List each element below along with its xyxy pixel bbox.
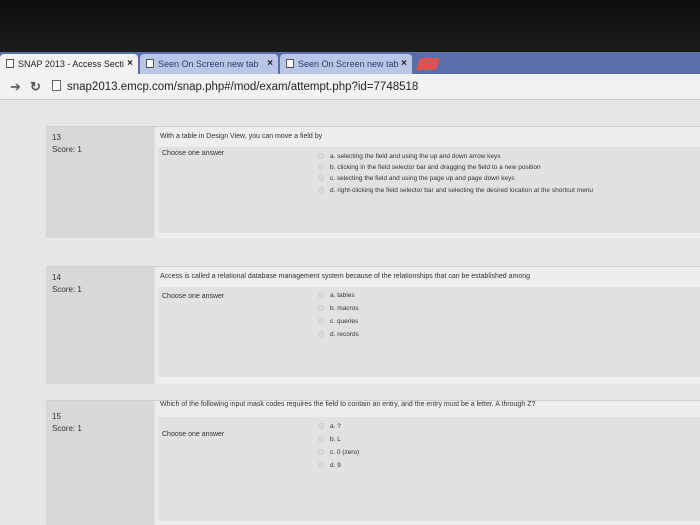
page-icon (52, 80, 61, 91)
answer-option[interactable]: d. 9 (318, 462, 341, 469)
answer-option[interactable]: c. selecting the field and using the pag… (318, 175, 515, 182)
radio-button[interactable] (318, 449, 324, 455)
radio-button[interactable] (318, 305, 324, 311)
tab-label: SNAP 2013 - Access Secti (18, 59, 124, 69)
new-tab-button[interactable] (415, 58, 441, 70)
answer-option[interactable]: a. tables (318, 292, 355, 299)
page-icon (286, 59, 294, 68)
radio-button[interactable] (318, 187, 324, 193)
answer-label: c. 0 (zero) (330, 449, 360, 456)
answer-option[interactable]: b. macros (318, 305, 359, 312)
answer-option[interactable]: d. records (318, 331, 359, 338)
answer-label: d. 9 (330, 462, 341, 469)
choose-one-answer-label: Choose one answer (162, 293, 225, 300)
radio-button[interactable] (318, 164, 324, 170)
question-13: 13 Score: 1 With a table in Design View,… (46, 126, 700, 238)
radio-button[interactable] (318, 292, 324, 298)
question-info: 13 Score: 1 (46, 127, 154, 238)
question-text: Which of the following input mask codes … (160, 401, 536, 408)
radio-button[interactable] (318, 462, 324, 468)
tab-close-button[interactable]: × (127, 54, 133, 74)
tab-close-button[interactable]: × (267, 54, 273, 74)
answer-label: c. queries (330, 318, 359, 325)
radio-button[interactable] (318, 331, 324, 337)
answer-label: c. selecting the field and using the pag… (330, 175, 515, 182)
browser-toolbar: ➔ ↻ snap2013.emcp.com/snap.php#/mod/exam… (0, 74, 700, 100)
question-15: 15 Score: 1 Which of the following input… (46, 400, 700, 525)
tab-label: Seen On Screen new tab (298, 59, 399, 69)
answer-option[interactable]: b. clicking in the field selector bar an… (318, 164, 541, 171)
answer-label: a. tables (330, 292, 355, 299)
answer-option[interactable]: b. L (318, 436, 341, 443)
tab-seen-on-screen-2[interactable]: Seen On Screen new tab × (280, 54, 412, 74)
page-icon (146, 59, 154, 68)
answer-label: a. ? (330, 423, 341, 430)
exam-page: 13 Score: 1 With a table in Design View,… (0, 100, 700, 525)
choose-one-answer-label: Choose one answer (162, 431, 225, 438)
question-body: Access is called a relational database m… (156, 267, 700, 384)
tab-label: Seen On Screen new tab (158, 59, 259, 69)
question-text: Access is called a relational database m… (160, 273, 531, 280)
choose-one-answer-label: Choose one answer (162, 150, 225, 157)
page-icon (6, 59, 14, 68)
question-number: 15 (52, 412, 61, 421)
radio-button[interactable] (318, 153, 324, 159)
radio-button[interactable] (318, 423, 324, 429)
question-body: Which of the following input mask codes … (156, 401, 700, 525)
question-14: 14 Score: 1 Access is called a relationa… (46, 266, 700, 384)
radio-button[interactable] (318, 318, 324, 324)
address-url: snap2013.emcp.com/snap.php#/mod/exam/att… (67, 81, 419, 93)
answer-block: Choose one answer a. tables b. macros c.… (158, 287, 700, 377)
answer-label: d. records (330, 331, 359, 338)
answer-label: a. selecting the field and using the up … (330, 153, 501, 160)
question-score: Score: 1 (52, 285, 82, 294)
tab-strip: SNAP 2013 - Access Secti × Seen On Scree… (0, 52, 700, 74)
tab-close-button[interactable]: × (401, 54, 407, 74)
browser-window: SNAP 2013 - Access Secti × Seen On Scree… (0, 52, 700, 525)
screen-bezel (0, 0, 700, 52)
forward-arrow-icon[interactable]: ➔ (10, 78, 21, 96)
question-info: 14 Score: 1 (46, 267, 154, 384)
tab-snap-access[interactable]: SNAP 2013 - Access Secti × (0, 54, 138, 74)
question-text: With a table in Design View, you can mov… (160, 133, 323, 140)
address-bar[interactable]: snap2013.emcp.com/snap.php#/mod/exam/att… (52, 77, 692, 97)
question-info: 15 Score: 1 (46, 401, 154, 525)
question-score: Score: 1 (52, 424, 82, 433)
answer-block: Choose one answer a. selecting the field… (158, 147, 700, 233)
answer-option[interactable]: a. ? (318, 423, 341, 430)
answer-option[interactable]: c. queries (318, 318, 358, 325)
answer-label: b. clicking in the field selector bar an… (330, 164, 541, 171)
answer-option[interactable]: c. 0 (zero) (318, 449, 359, 456)
question-number: 13 (52, 133, 61, 142)
answer-label: b. L (330, 436, 341, 443)
question-number: 14 (52, 273, 61, 282)
answer-label: d. right-clicking the field selector bar… (330, 187, 594, 194)
answer-option[interactable]: a. selecting the field and using the up … (318, 153, 501, 160)
answer-block: Choose one answer a. ? b. L c. 0 (zero) … (158, 417, 700, 521)
tab-seen-on-screen-1[interactable]: Seen On Screen new tab × (140, 54, 278, 74)
question-body: With a table in Design View, you can mov… (156, 127, 700, 238)
radio-button[interactable] (318, 175, 324, 181)
answer-label: b. macros (330, 305, 359, 312)
answer-option[interactable]: d. right-clicking the field selector bar… (318, 187, 593, 194)
question-score: Score: 1 (52, 145, 82, 154)
radio-button[interactable] (318, 436, 324, 442)
reload-icon[interactable]: ↻ (30, 78, 41, 96)
